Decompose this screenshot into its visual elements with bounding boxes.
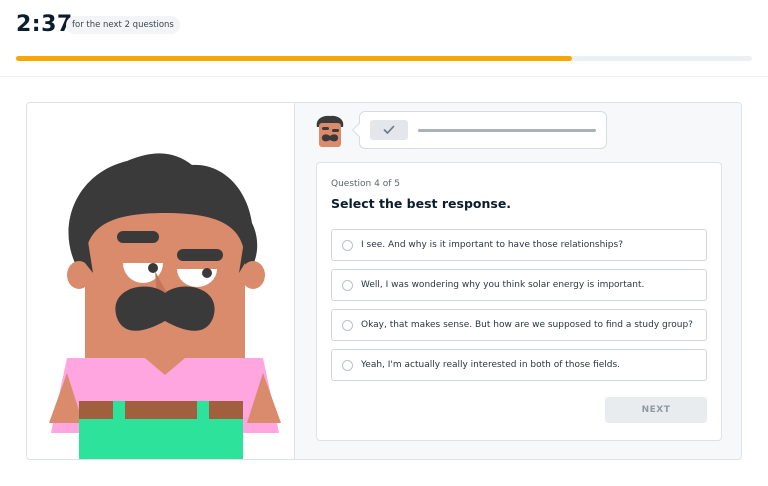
speech-bubble-tail [351, 122, 367, 138]
speaker-avatar [316, 115, 344, 147]
radio-button[interactable] [342, 359, 353, 371]
character-illustration-panel [27, 103, 295, 459]
header-divider [0, 76, 768, 77]
progress-fill [16, 56, 572, 61]
answer-option[interactable]: Well, I was wondering why you think sola… [331, 269, 707, 301]
answer-option[interactable]: Okay, that makes sense. But how are we s… [331, 309, 707, 341]
radio-button[interactable] [342, 279, 353, 291]
answer-option-text: I see. And why is it important to have t… [361, 240, 623, 250]
radio-button[interactable] [342, 319, 353, 331]
question-panel: Question 4 of 5 Select the best response… [295, 103, 741, 459]
radio-button[interactable] [342, 239, 353, 251]
timer: 2:37 [16, 12, 73, 37]
answer-option-text: Yeah, I'm actually really interested in … [361, 360, 621, 370]
character-illustration [49, 153, 281, 459]
audio-play-button[interactable] [370, 120, 408, 140]
answer-option-text: Okay, that makes sense. But how are we s… [361, 320, 693, 330]
question-card: Question 4 of 5 Select the best response… [316, 162, 722, 441]
audio-waveform-bar [418, 129, 596, 132]
check-icon [383, 125, 395, 134]
speech-bubble [351, 111, 607, 149]
next-button[interactable]: NEXT [605, 397, 707, 423]
answer-option[interactable]: I see. And why is it important to have t… [331, 229, 707, 261]
answer-option-text: Well, I was wondering why you think sola… [361, 280, 645, 290]
progress-bar [16, 56, 752, 61]
timer-note: for the next 2 questions [66, 16, 180, 34]
question-prompt: Select the best response. [331, 196, 512, 211]
answer-option[interactable]: Yeah, I'm actually really interested in … [331, 349, 707, 381]
question-counter: Question 4 of 5 [331, 179, 400, 189]
exercise-card: Question 4 of 5 Select the best response… [26, 102, 742, 460]
